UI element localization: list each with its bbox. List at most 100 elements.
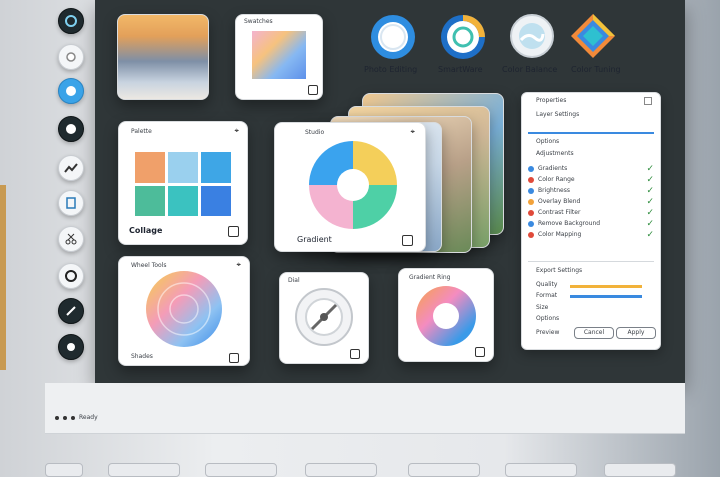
app-label: Photo Editing <box>364 65 418 74</box>
bottom-tab-1[interactable] <box>45 463 83 477</box>
quality-slider[interactable] <box>570 285 642 288</box>
palette-card[interactable]: Palette ⌖ Collage <box>118 121 248 245</box>
scissors-icon <box>65 233 77 245</box>
bottom-tab-2[interactable] <box>108 463 180 477</box>
swatch-card-title: Swatches <box>244 18 273 25</box>
format-slider[interactable] <box>570 295 642 298</box>
panel-option-item[interactable]: Preview <box>536 329 559 336</box>
wheel-card-footer: Shades <box>131 353 153 360</box>
dial-knob-icon <box>295 288 353 346</box>
diamond-icon <box>571 14 615 58</box>
panel-title: Properties <box>536 97 567 104</box>
list-item[interactable]: Gradients ✓ <box>528 163 654 174</box>
record-icon <box>66 52 76 62</box>
check-icon: ✓ <box>646 207 654 218</box>
ring-card[interactable]: Gradient Ring <box>398 268 494 362</box>
flower-icon <box>66 124 76 134</box>
app-color-tuning[interactable]: Color Tuning <box>565 12 629 80</box>
home-button[interactable] <box>58 8 84 34</box>
wheel-pin-icon: ⌖ <box>236 260 241 269</box>
bottom-tab-5[interactable] <box>408 463 480 477</box>
pie-pin-icon: ⌖ <box>410 127 415 136</box>
dial-card[interactable]: Dial <box>279 272 369 364</box>
bottom-tab-7[interactable] <box>604 463 676 477</box>
palette-menu-button[interactable] <box>228 226 239 237</box>
wheel-card-title: Wheel Tools <box>131 262 167 269</box>
list-item[interactable]: Overlay Blend ✓ <box>528 196 654 207</box>
trend-button[interactable] <box>58 155 84 181</box>
palette-card-footer: Collage <box>129 226 163 235</box>
palette-card-title: Palette <box>131 128 152 135</box>
ring-button[interactable] <box>58 263 84 289</box>
list-item[interactable]: Brightness ✓ <box>528 185 654 196</box>
panel-search-bar[interactable] <box>528 124 654 134</box>
flower-button[interactable] <box>58 116 84 142</box>
app-label: Color Balance <box>502 65 558 74</box>
record-button[interactable] <box>58 44 84 70</box>
trend-icon <box>64 163 78 173</box>
ring-icon <box>65 270 77 282</box>
dial-card-title: Dial <box>288 277 300 284</box>
document-button[interactable] <box>58 190 84 216</box>
tools-button[interactable] <box>58 226 84 252</box>
list-item[interactable]: Remove Background ✓ <box>528 218 654 229</box>
swatch-menu-button[interactable] <box>308 85 318 95</box>
panel-subtitle: Layer Settings <box>536 111 580 118</box>
app-color-balance[interactable]: Color Balance <box>500 12 570 80</box>
blue-ring-icon <box>371 15 415 59</box>
color-button[interactable] <box>58 78 84 104</box>
check-icon: ✓ <box>646 218 654 229</box>
pie-menu-button[interactable] <box>402 235 413 246</box>
app-photo-editing[interactable]: Photo Editing <box>358 12 428 80</box>
wave-ring-icon <box>510 14 554 58</box>
gradient-wheel <box>146 271 222 347</box>
list-item[interactable]: Contrast Filter ✓ <box>528 207 654 218</box>
panel-divider <box>528 261 654 262</box>
dial-menu-button[interactable] <box>350 349 360 359</box>
panel-close-icon[interactable] <box>644 97 652 105</box>
wheel-card[interactable]: Wheel Tools ⌖ Shades <box>118 256 250 366</box>
settings-button[interactable] <box>58 334 84 360</box>
pie-card-title: Studio <box>305 129 325 136</box>
panel-field-format: Format <box>536 292 558 299</box>
panel-field-quality: Quality <box>536 281 558 288</box>
list-item[interactable]: Color Mapping ✓ <box>528 229 654 240</box>
bottom-tab-4[interactable] <box>305 463 377 477</box>
palette-grid <box>135 152 231 216</box>
link-icon <box>66 306 76 316</box>
app-label: SmartWare <box>438 65 483 74</box>
panel-item-list: Gradients ✓ Color Range ✓ Brightness ✓ Over… <box>528 163 654 240</box>
check-icon: ✓ <box>646 174 654 185</box>
panel-sub-label: Adjustments <box>536 150 574 157</box>
panel-option-label: Options <box>536 315 560 322</box>
landscape-photo-card[interactable] <box>117 14 209 100</box>
link-button[interactable] <box>58 298 84 324</box>
bottom-tab-6[interactable] <box>505 463 577 477</box>
check-icon: ✓ <box>646 163 654 174</box>
panel-footer-section: Export Settings <box>536 267 583 274</box>
landscape-photo <box>118 15 208 99</box>
app-smartware[interactable]: SmartWare <box>430 12 500 80</box>
pie-card-footer: Gradient <box>297 235 332 244</box>
swatch-card[interactable]: Swatches <box>235 14 323 100</box>
list-item[interactable]: Color Range ✓ <box>528 174 654 185</box>
pie-card[interactable]: Studio ⌖ Gradient <box>274 122 426 252</box>
cancel-button[interactable]: Cancel <box>574 327 614 339</box>
color-pie-chart <box>309 141 397 229</box>
check-icon: ✓ <box>646 229 654 240</box>
ring-card-title: Gradient Ring <box>409 274 451 281</box>
document-icon <box>66 197 76 209</box>
properties-panel: Properties Layer Settings Options Adjust… <box>521 92 661 350</box>
bottom-tab-3[interactable] <box>205 463 277 477</box>
app-label: Color Tuning <box>571 65 621 74</box>
apply-button[interactable]: Apply <box>616 327 656 339</box>
canvas-frame-bottom <box>45 383 685 434</box>
check-icon: ✓ <box>646 196 654 207</box>
ring-menu-button[interactable] <box>475 347 485 357</box>
wheel-menu-button[interactable] <box>229 353 239 363</box>
panel-section-label: Options <box>536 138 560 145</box>
home-icon <box>65 15 77 27</box>
circle-icon <box>66 86 76 96</box>
palette-pin-icon: ⌖ <box>234 126 239 135</box>
status-bar: Ready <box>55 414 98 421</box>
